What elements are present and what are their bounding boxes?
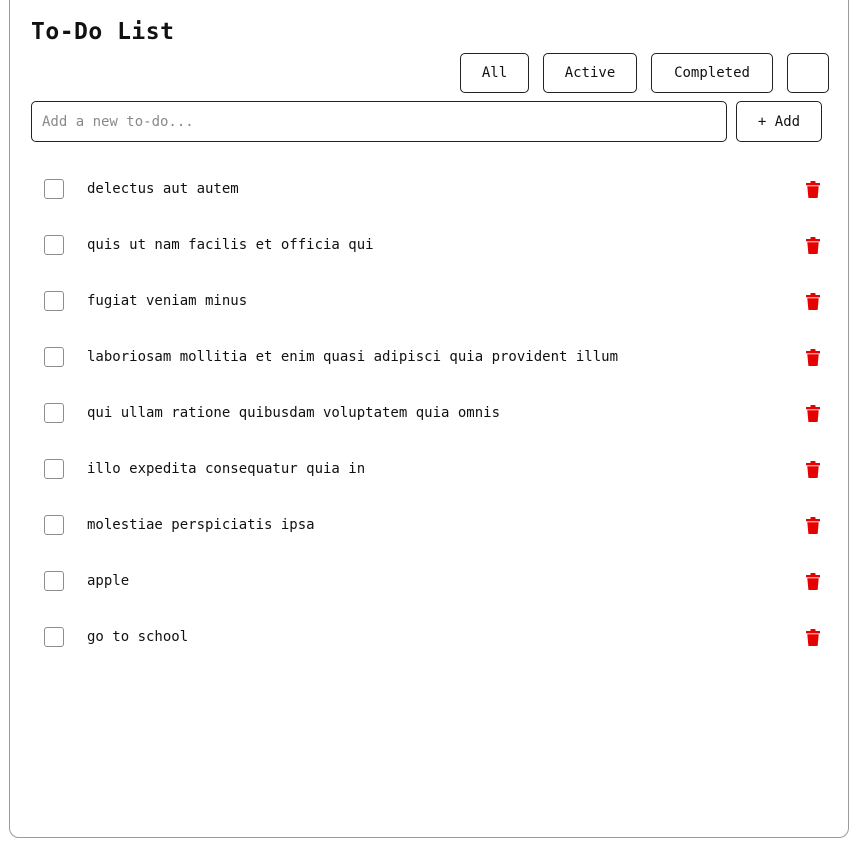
todo-list: delectus aut autem quis ut nam facilis e… bbox=[10, 161, 848, 665]
todo-checkbox[interactable] bbox=[44, 571, 64, 591]
new-todo-input[interactable] bbox=[31, 101, 727, 142]
filter-completed-button[interactable]: Completed bbox=[651, 53, 773, 93]
todo-card: To-Do List All Active Completed + Add de… bbox=[9, 0, 849, 838]
todo-item: laboriosam mollitia et enim quasi adipis… bbox=[10, 329, 848, 385]
trash-icon bbox=[806, 516, 820, 534]
trash-icon bbox=[806, 292, 820, 310]
filter-active-button[interactable]: Active bbox=[543, 53, 637, 93]
trash-icon bbox=[806, 628, 820, 646]
todo-checkbox[interactable] bbox=[44, 515, 64, 535]
todo-item: go to school bbox=[10, 609, 848, 665]
todo-item: illo expedita consequatur quia in bbox=[10, 441, 848, 497]
todo-item: delectus aut autem bbox=[10, 161, 848, 217]
todo-checkbox[interactable] bbox=[44, 235, 64, 255]
trash-icon bbox=[806, 572, 820, 590]
delete-todo-button[interactable] bbox=[803, 347, 823, 367]
delete-todo-button[interactable] bbox=[803, 515, 823, 535]
todo-text: qui ullam ratione quibusdam voluptatem q… bbox=[87, 405, 501, 421]
todo-checkbox[interactable] bbox=[44, 347, 64, 367]
todo-text: laboriosam mollitia et enim quasi adipis… bbox=[87, 349, 619, 365]
delete-todo-button[interactable] bbox=[803, 179, 823, 199]
delete-todo-button[interactable] bbox=[803, 627, 823, 647]
trash-icon bbox=[806, 460, 820, 478]
todo-item: qui ullam ratione quibusdam voluptatem q… bbox=[10, 385, 848, 441]
delete-todo-button[interactable] bbox=[803, 459, 823, 479]
todo-text: delectus aut autem bbox=[87, 181, 239, 197]
todo-item: molestiae perspiciatis ipsa bbox=[10, 497, 848, 553]
todo-item: apple bbox=[10, 553, 848, 609]
add-todo-button[interactable]: + Add bbox=[736, 101, 822, 142]
todo-text: fugiat veniam minus bbox=[87, 293, 248, 309]
trash-icon bbox=[806, 348, 820, 366]
trash-icon bbox=[806, 404, 820, 422]
todo-text: quis ut nam facilis et officia qui bbox=[87, 237, 374, 253]
todo-text: apple bbox=[87, 573, 130, 589]
trash-icon bbox=[806, 236, 820, 254]
todo-text: illo expedita consequatur quia in bbox=[87, 461, 366, 477]
todo-checkbox[interactable] bbox=[44, 179, 64, 199]
filter-all-button[interactable]: All bbox=[460, 53, 529, 93]
todo-text: go to school bbox=[87, 629, 189, 645]
todo-checkbox[interactable] bbox=[44, 403, 64, 423]
delete-todo-button[interactable] bbox=[803, 571, 823, 591]
todo-item: fugiat veniam minus bbox=[10, 273, 848, 329]
delete-todo-button[interactable] bbox=[803, 235, 823, 255]
todo-checkbox[interactable] bbox=[44, 459, 64, 479]
todo-item: quis ut nam facilis et officia qui bbox=[10, 217, 848, 273]
todo-text: molestiae perspiciatis ipsa bbox=[87, 517, 315, 533]
trash-icon bbox=[806, 180, 820, 198]
delete-todo-button[interactable] bbox=[803, 403, 823, 423]
extra-filter-button[interactable] bbox=[787, 53, 829, 93]
delete-todo-button[interactable] bbox=[803, 291, 823, 311]
todo-checkbox[interactable] bbox=[44, 627, 64, 647]
page-title: To-Do List bbox=[31, 19, 175, 45]
todo-checkbox[interactable] bbox=[44, 291, 64, 311]
